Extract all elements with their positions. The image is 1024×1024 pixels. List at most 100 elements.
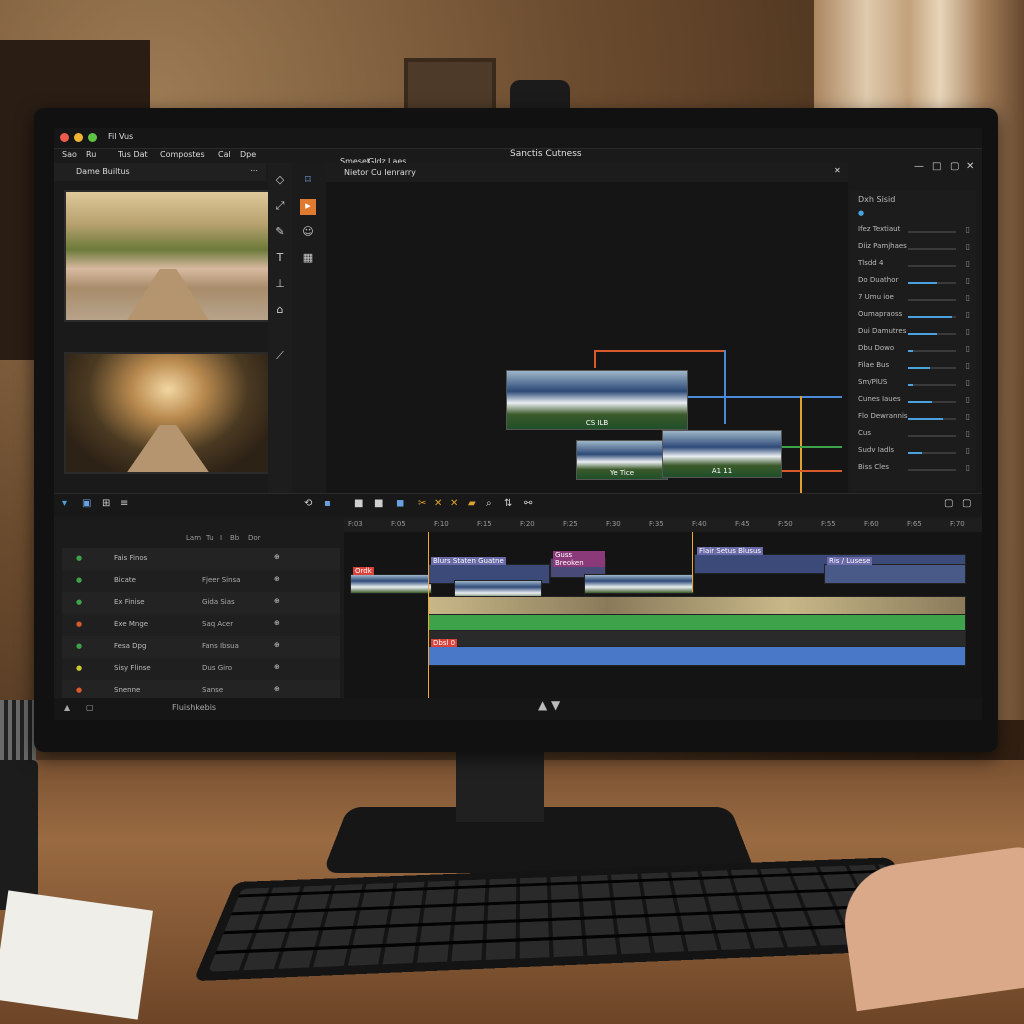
track-lock-icon[interactable]: ⊕ <box>274 685 280 693</box>
home-icon[interactable]: ▲ <box>64 703 70 712</box>
keyframe-icon[interactable]: ▯ <box>966 395 970 404</box>
track-lock-icon[interactable]: ⊕ <box>274 575 280 583</box>
property-slider[interactable] <box>908 282 956 284</box>
property-slider[interactable] <box>908 418 956 420</box>
property-row[interactable]: Dui Damutres ▯ <box>858 327 970 341</box>
playhead[interactable] <box>428 532 429 702</box>
keyframe-icon[interactable]: ▯ <box>966 276 970 285</box>
node-card[interactable]: A1 11 <box>662 430 782 478</box>
link-icon[interactable]: ⚯ <box>524 498 532 509</box>
menu-item[interactable]: Ru <box>86 150 96 159</box>
property-row[interactable]: Do Duathor ▯ <box>858 276 970 290</box>
property-row[interactable]: Sudv Iadls ▯ <box>858 446 970 460</box>
property-row[interactable]: Cus ▯ <box>858 429 970 443</box>
keyframe-icon[interactable]: ▯ <box>966 259 970 268</box>
maximize-dot[interactable] <box>88 133 97 142</box>
person-icon[interactable]: ☺ <box>300 225 316 241</box>
track-row[interactable]: ● Fais Finos ⊕ <box>62 548 340 570</box>
property-slider[interactable] <box>908 469 956 471</box>
track-lock-icon[interactable]: ⊕ <box>274 553 280 561</box>
keyframe-icon[interactable]: ▯ <box>966 310 970 319</box>
timeline-clip[interactable] <box>428 596 966 616</box>
pen-tool-icon[interactable]: ✎ <box>272 225 288 241</box>
move-tool-icon[interactable]: ◇ <box>272 173 288 189</box>
razor-icon[interactable]: ✂ <box>418 498 426 509</box>
expand-icon[interactable]: ▢ <box>944 498 953 509</box>
collapse-icon[interactable]: ▢ <box>962 498 971 509</box>
menu-item[interactable]: Dpe <box>240 150 256 159</box>
dock-icon[interactable]: ▢ <box>86 703 94 712</box>
screen-icon[interactable]: ▣ <box>82 498 91 509</box>
property-row[interactable]: Flo Dewrannis ▯ <box>858 412 970 426</box>
panel-menu-icon[interactable]: ⋯ <box>250 166 258 175</box>
keyframe-icon[interactable]: ▯ <box>966 378 970 387</box>
menu-item[interactable]: Sao <box>62 150 77 159</box>
timeline-clip[interactable]: Ordk <box>350 567 432 594</box>
restore-icon[interactable]: □ <box>932 161 941 172</box>
close-icon[interactable]: ✕ <box>966 161 974 172</box>
keyframe-icon[interactable]: ▯ <box>966 344 970 353</box>
property-row[interactable]: Diiz Pamjhaes ▯ <box>858 242 970 256</box>
property-row[interactable]: Oumapraoss ▯ <box>858 310 970 324</box>
ripple-icon[interactable]: ◼ <box>396 498 404 509</box>
property-slider[interactable] <box>908 316 956 318</box>
property-slider[interactable] <box>908 401 956 403</box>
delete-icon[interactable]: ✕ <box>434 498 442 509</box>
keyframe-icon[interactable]: ▯ <box>966 429 970 438</box>
marker-icon[interactable]: ■ <box>354 498 363 509</box>
property-slider[interactable] <box>908 265 956 267</box>
fullscreen-icon[interactable]: ▢ <box>950 161 959 172</box>
keyframe-icon[interactable]: ▯ <box>966 293 970 302</box>
crop-tool-icon[interactable]: ⤢ <box>272 199 288 215</box>
media-thumbnail-forest-road[interactable] <box>64 190 272 322</box>
split-icon[interactable]: ⊞ <box>102 498 110 509</box>
grid-icon[interactable]: ▦ <box>300 251 316 267</box>
property-row[interactable]: 7 Umu ioe ▯ <box>858 293 970 307</box>
keyframe-icon[interactable]: ▯ <box>966 225 970 234</box>
menu-item[interactable]: Cal <box>218 150 231 159</box>
track-status-icon[interactable]: ● <box>76 664 82 672</box>
app-menu[interactable]: Fil Vus <box>108 132 133 141</box>
property-row[interactable]: Filae Bus ▯ <box>858 361 970 375</box>
property-slider[interactable] <box>908 333 956 335</box>
property-slider[interactable] <box>908 299 956 301</box>
track-status-icon[interactable]: ● <box>76 642 82 650</box>
track-row[interactable]: ● Fesa Dpg Fans Ibsua ⊕ <box>62 636 340 658</box>
paint-tool-icon[interactable]: ⌂ <box>272 303 288 319</box>
minimize-dot[interactable] <box>74 133 83 142</box>
menu-item[interactable]: Compostes <box>160 150 205 159</box>
track-row[interactable]: ● Bicate Fjeer Sinsa ⊕ <box>62 570 340 592</box>
close-dot[interactable] <box>60 133 69 142</box>
track-status-icon[interactable]: ● <box>76 598 82 606</box>
select-icon[interactable]: ▾ <box>62 498 67 509</box>
trim-tool-icon[interactable]: ⊥ <box>272 277 288 293</box>
node-card[interactable]: Ye Tice <box>576 440 668 480</box>
keyframe-icon[interactable]: ▯ <box>966 463 970 472</box>
track-row[interactable]: ● Exe Mnge Saq Acer ⊕ <box>62 614 340 636</box>
list-icon[interactable]: ≡ <box>120 498 128 509</box>
track-status-icon[interactable]: ● <box>76 620 82 628</box>
keyframe-icon[interactable]: ▯ <box>966 327 970 336</box>
track-lock-icon[interactable]: ⊕ <box>274 663 280 671</box>
track-status-icon[interactable]: ● <box>76 576 82 584</box>
delete-icon[interactable]: ✕ <box>450 498 458 509</box>
node-card[interactable]: CS ILB <box>506 370 688 430</box>
active-tool-icon[interactable]: ▸ <box>300 199 316 215</box>
property-slider[interactable] <box>908 384 956 386</box>
property-slider[interactable] <box>908 350 956 352</box>
timeline-clip[interactable]: Dbsl 0 <box>428 639 966 666</box>
eyedropper-icon[interactable]: ⟋ <box>272 349 288 365</box>
track-status-icon[interactable]: ● <box>76 554 82 562</box>
property-row[interactable]: Biss Cles ▯ <box>858 463 970 477</box>
property-slider[interactable] <box>908 231 956 233</box>
zoom-icon[interactable]: ⌕ <box>486 498 492 509</box>
track-lock-icon[interactable]: ⊕ <box>274 641 280 649</box>
property-slider[interactable] <box>908 367 956 369</box>
track-lock-icon[interactable]: ⊕ <box>274 597 280 605</box>
keyframe-icon[interactable]: ▯ <box>966 242 970 251</box>
snap-icon[interactable]: ▪ <box>324 498 331 509</box>
viewer-close-icon[interactable]: ✕ <box>834 166 841 175</box>
keyframe-icon[interactable]: ▯ <box>966 412 970 421</box>
track-row[interactable]: ● Sisy Flinse Dus Giro ⊕ <box>62 658 340 680</box>
minimize-icon[interactable]: — <box>914 161 924 172</box>
